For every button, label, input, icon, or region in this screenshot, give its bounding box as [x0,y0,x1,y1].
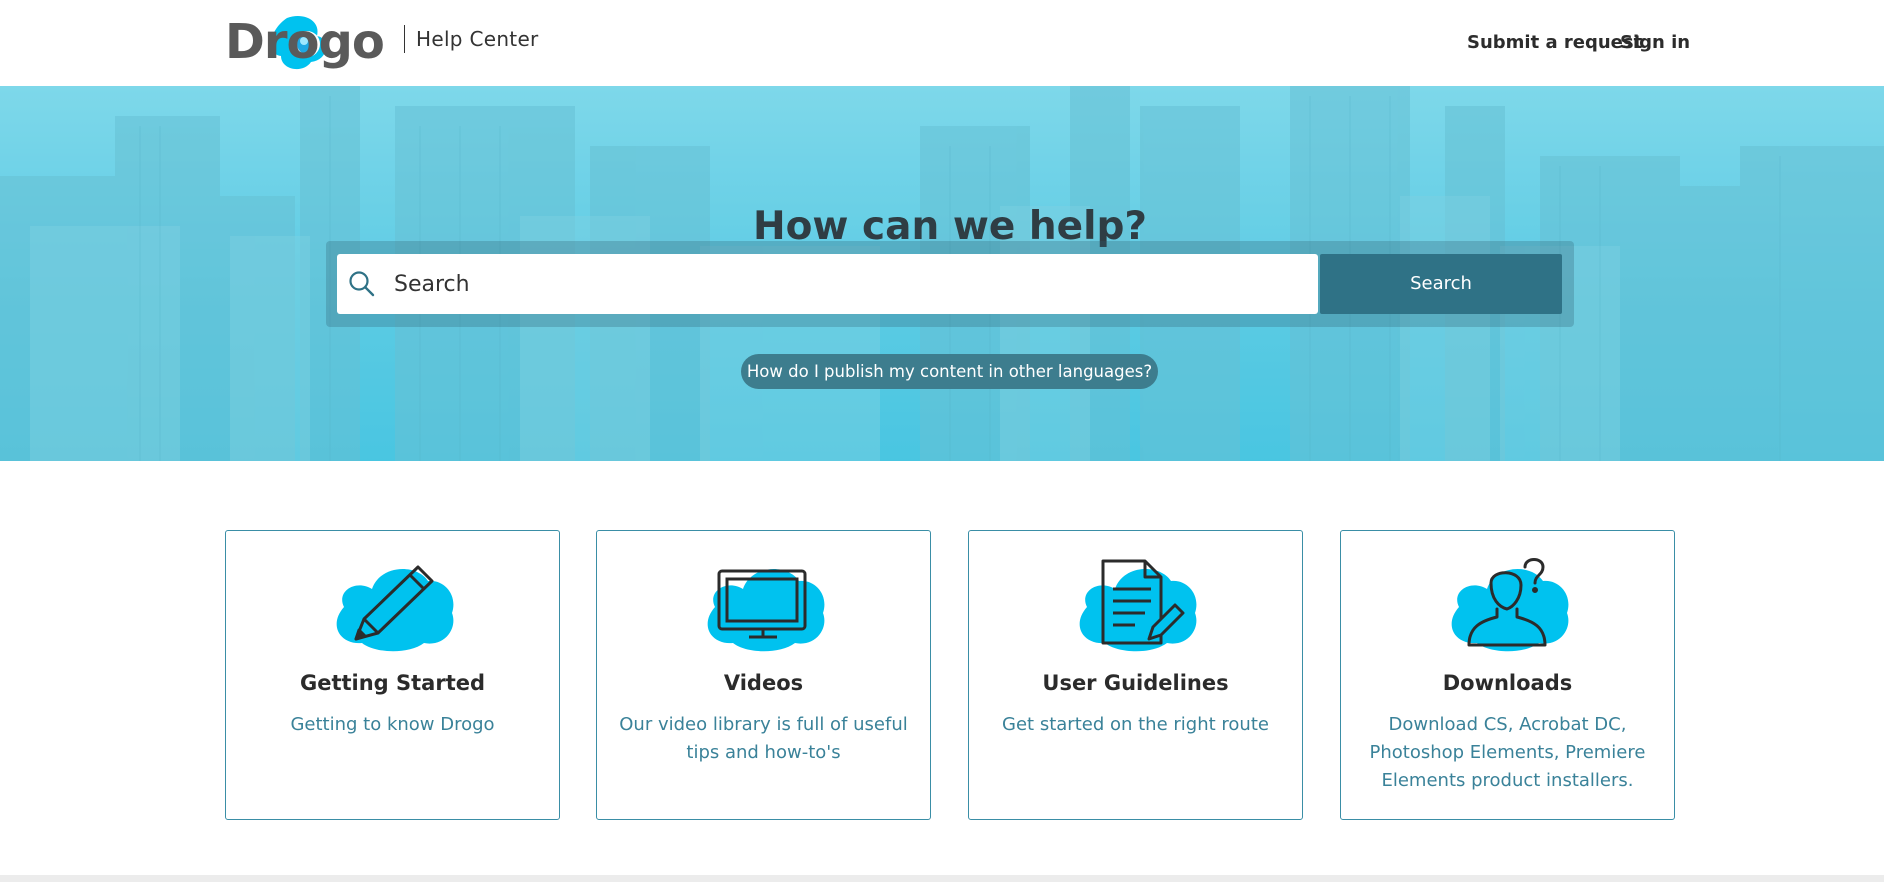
category-card-user-guidelines[interactable]: User Guidelines Get started on the right… [968,530,1303,820]
card-description: Getting to know Drogo [290,714,495,735]
logo-divider [404,25,405,53]
category-card-getting-started[interactable]: Getting Started Getting to know Drogo [225,530,560,820]
footer-divider [0,875,1884,882]
logo-text: Drogo [225,14,384,70]
card-title: Getting Started [299,671,486,695]
category-card-videos[interactable]: Videos Our video library is full of usef… [596,530,931,820]
card-description: Download CS, Acrobat DC, Photoshop Eleme… [1369,714,1646,791]
card-title: Videos [723,671,804,695]
sign-in-link[interactable]: Sign in [1620,32,1690,53]
search-icon [348,270,376,302]
card-description: Get started on the right route [1002,714,1269,735]
document-icon [1069,555,1202,659]
pencil-icon [326,555,459,659]
search-input[interactable] [394,272,1294,297]
user-question-icon [1441,555,1574,659]
card-title: User Guidelines [1042,671,1229,695]
submit-request-link[interactable]: Submit a request [1467,32,1642,53]
category-card-downloads[interactable]: Downloads Download CS, Acrobat DC, Photo… [1340,530,1675,820]
drogo-logo[interactable]: Drogo [225,8,395,74]
help-center-label: Help Center [416,27,539,51]
suggested-search-link[interactable]: How do I publish my content in other lan… [741,354,1158,389]
site-header: Drogo Help Center Submit a request Sign … [0,0,1884,86]
card-title: Downloads [1442,671,1573,695]
search-button[interactable]: Search [1320,254,1562,314]
hero-banner: How can we help? Search How do I publish… [0,86,1884,461]
card-description: Our video library is full of useful tips… [619,714,908,763]
monitor-icon [697,555,830,659]
